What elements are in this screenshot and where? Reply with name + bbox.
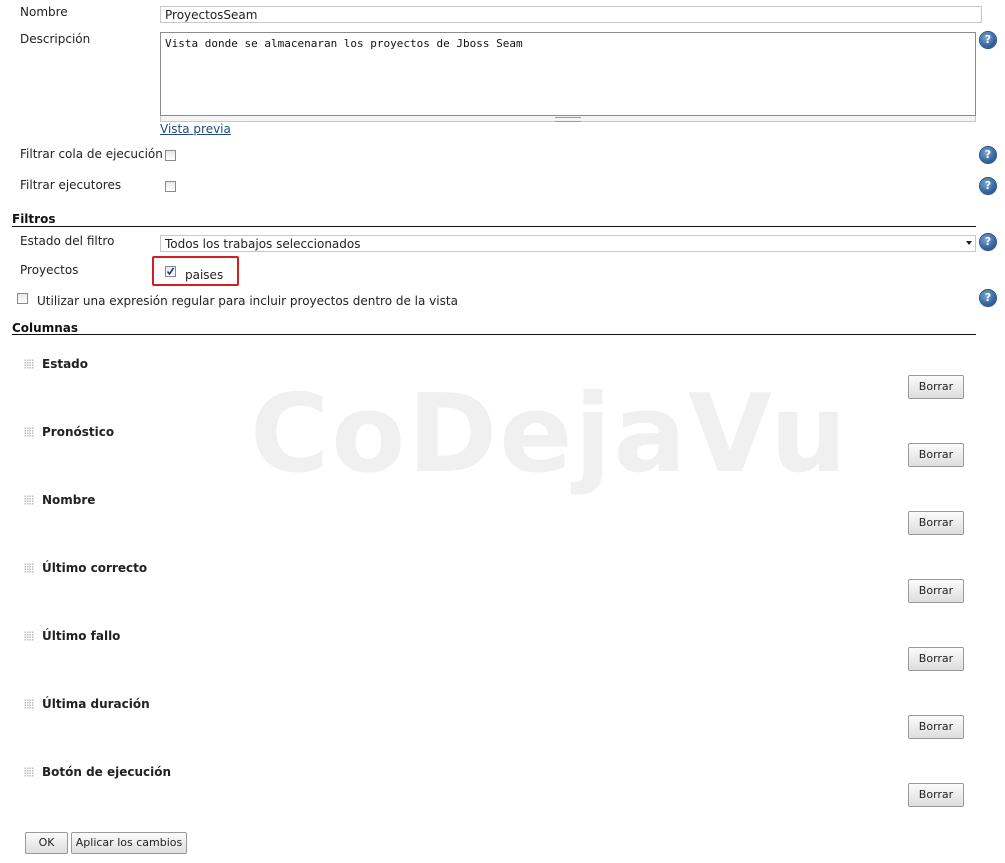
proyecto-paises-checkbox[interactable] [165,266,176,277]
proyecto-paises-label: paises [185,268,224,282]
borrar-button[interactable]: Borrar [908,647,964,671]
columnas-divider [12,334,976,335]
borrar-button[interactable]: Borrar [908,375,964,399]
regex-label: Utilizar una expresión regular para incl… [37,294,458,308]
descripcion-textarea[interactable]: Vista donde se almacenaran los proyectos… [160,32,976,116]
column-title: Botón de ejecución [42,765,172,779]
borrar-button[interactable]: Borrar [908,579,964,603]
column-title: Pronóstico [42,425,115,439]
filtros-section-title: Filtros [12,212,56,226]
apply-changes-button[interactable]: Aplicar los cambios [71,832,187,854]
descripcion-label: Descripción [20,32,91,46]
drag-handle-icon[interactable] [24,359,34,369]
textarea-resize-handle[interactable] [160,116,976,122]
drag-handle-icon[interactable] [24,767,34,777]
column-title: Último correcto [42,561,148,575]
regex-help-icon[interactable]: ? [980,290,996,306]
filtros-divider [12,226,976,227]
proyectos-label: Proyectos [20,263,79,277]
drag-handle-icon[interactable] [24,699,34,709]
drag-handle-icon[interactable] [24,563,34,573]
column-title: Último fallo [42,629,121,643]
columnas-section-title: Columnas [12,321,78,335]
borrar-button[interactable]: Borrar [908,715,964,739]
filtrar-ejecutores-label: Filtrar ejecutores [20,178,122,192]
drag-handle-icon[interactable] [24,427,34,437]
borrar-button[interactable]: Borrar [908,443,964,467]
filtrar-ejecutores-checkbox[interactable] [165,181,176,192]
descripcion-help-icon[interactable]: ? [980,32,996,48]
chevron-down-icon [966,241,972,245]
drag-handle-icon[interactable] [24,495,34,505]
drag-handle-icon[interactable] [24,631,34,641]
estado-filtro-label: Estado del filtro [20,234,115,248]
checkmark-icon [166,267,175,276]
filtrar-cola-help-icon[interactable]: ? [980,147,996,163]
nombre-label: Nombre [20,5,68,19]
filtrar-cola-label: Filtrar cola de ejecución [20,147,163,161]
vista-previa-link[interactable]: Vista previa [160,122,231,136]
borrar-button[interactable]: Borrar [908,783,964,807]
borrar-button[interactable]: Borrar [908,511,964,535]
filtrar-ejecutores-help-icon[interactable]: ? [980,178,996,194]
nombre-input[interactable]: ProyectosSeam [160,6,982,23]
regex-checkbox[interactable] [17,293,28,304]
filtrar-cola-checkbox[interactable] [165,150,176,161]
column-title: Última duración [42,697,150,711]
estado-filtro-select[interactable]: Todos los trabajos seleccionados [160,235,976,252]
column-title: Nombre [42,493,96,507]
column-title: Estado [42,357,89,371]
estado-filtro-value: Todos los trabajos seleccionados [165,237,361,251]
estado-filtro-help-icon[interactable]: ? [980,234,996,250]
ok-button[interactable]: OK [25,832,68,854]
watermark-logo: CoDejaVu [250,372,849,497]
